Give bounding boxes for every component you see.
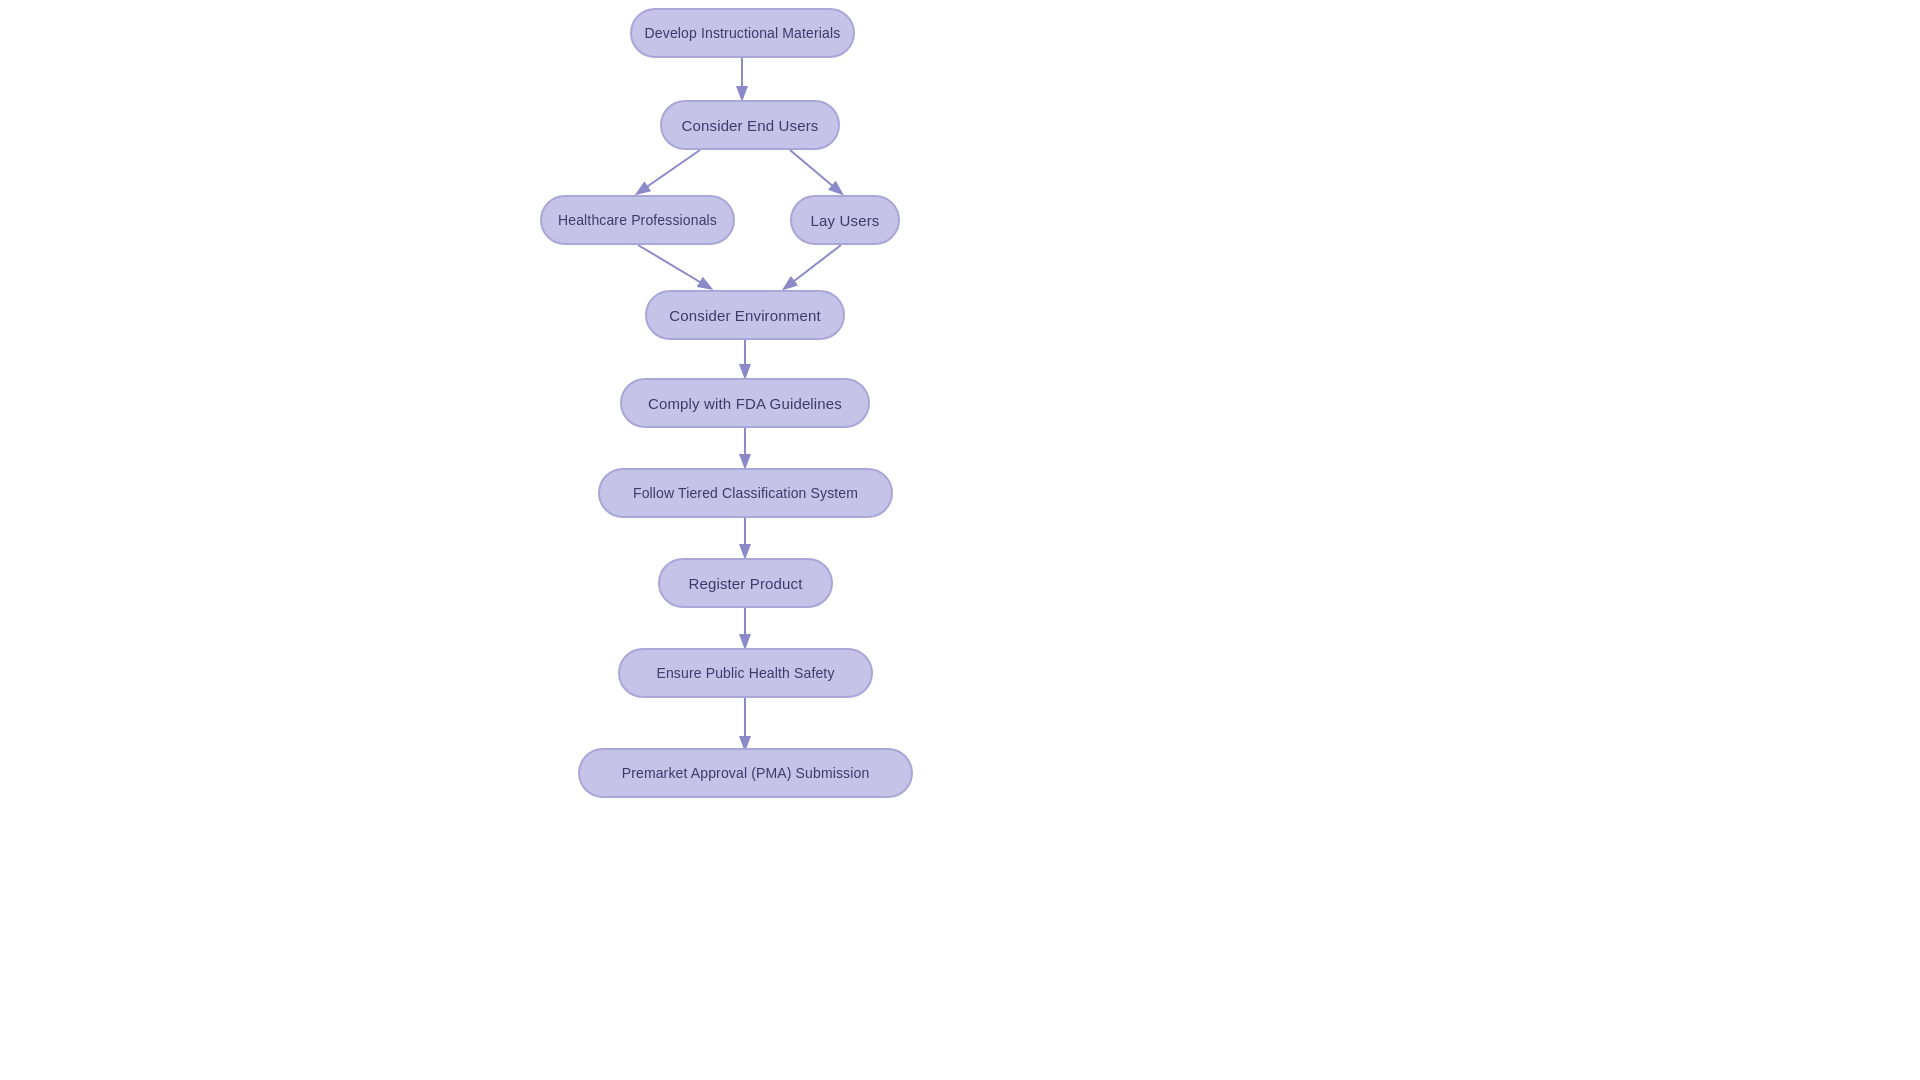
node-premarket: Premarket Approval (PMA) Submission <box>578 748 913 798</box>
node-healthcare-label: Healthcare Professionals <box>558 212 717 228</box>
node-ensure-health: Ensure Public Health Safety <box>618 648 873 698</box>
flowchart-svg <box>0 0 1920 1080</box>
diagram-container: Develop Instructional Materials Consider… <box>0 0 1920 1080</box>
node-follow-tiered: Follow Tiered Classification System <box>598 468 893 518</box>
node-develop-label: Develop Instructional Materials <box>645 25 841 41</box>
node-ensure-health-label: Ensure Public Health Safety <box>656 665 834 681</box>
node-comply-fda: Comply with FDA Guidelines <box>620 378 870 428</box>
node-comply-fda-label: Comply with FDA Guidelines <box>648 395 842 412</box>
node-premarket-label: Premarket Approval (PMA) Submission <box>622 765 870 781</box>
node-consider-end-users-label: Consider End Users <box>682 117 819 134</box>
node-consider-env-label: Consider Environment <box>669 307 820 324</box>
node-lay-users-label: Lay Users <box>811 212 880 229</box>
node-healthcare: Healthcare Professionals <box>540 195 735 245</box>
node-lay-users: Lay Users <box>790 195 900 245</box>
node-develop: Develop Instructional Materials <box>630 8 855 58</box>
node-register-label: Register Product <box>688 575 802 592</box>
node-consider-env: Consider Environment <box>645 290 845 340</box>
node-consider-end-users: Consider End Users <box>660 100 840 150</box>
node-follow-tiered-label: Follow Tiered Classification System <box>633 485 858 501</box>
node-register: Register Product <box>658 558 833 608</box>
